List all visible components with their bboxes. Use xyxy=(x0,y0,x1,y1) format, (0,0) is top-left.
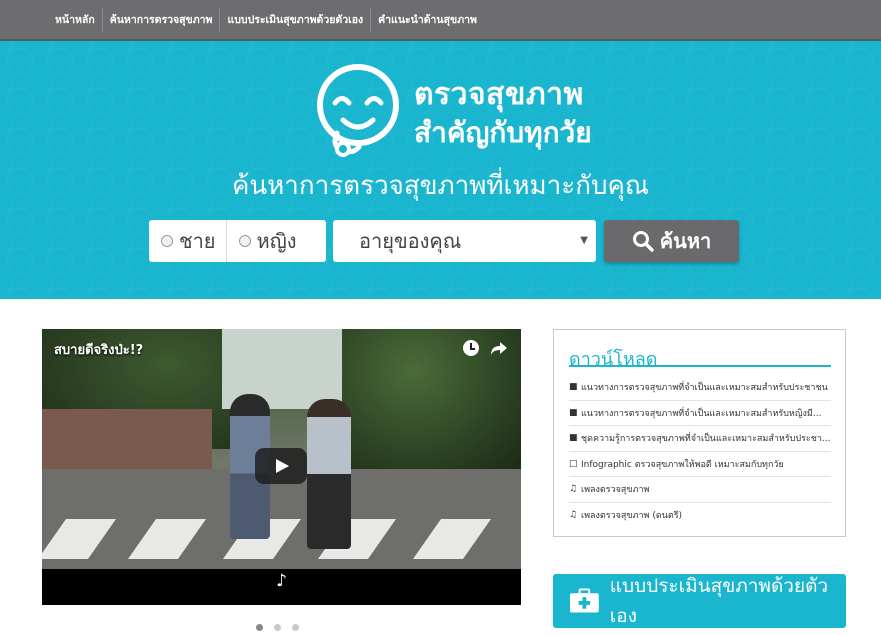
book-icon: ■ xyxy=(569,433,578,444)
play-button[interactable] xyxy=(255,448,307,484)
downloads-divider xyxy=(569,365,831,367)
radio-female[interactable] xyxy=(238,235,251,247)
video-title[interactable]: สบายดีจริงป่ะ!? xyxy=(54,339,143,360)
download-item[interactable]: ♫ เพลงตรวจสุขภาพ xyxy=(569,477,831,503)
share-icon[interactable] xyxy=(490,339,508,357)
chevron-down-icon: ▼ xyxy=(580,235,588,246)
carousel-dot-2[interactable] xyxy=(274,624,281,631)
self-assessment-button[interactable]: แบบประเมินสุขภาพด้วยตัวเอง xyxy=(553,574,846,628)
download-item-label: แนวทางการตรวจสุขภาพที่จำเป็นและเหมาะสมสำ… xyxy=(581,383,828,394)
carousel-dots xyxy=(256,624,310,631)
first-aid-kit-icon xyxy=(569,588,599,613)
watch-later-clock-icon[interactable] xyxy=(463,340,479,356)
age-select[interactable]: อายุของคุณ ▼ xyxy=(333,220,596,262)
book-icon: ■ xyxy=(569,382,578,393)
carousel-dot-1[interactable] xyxy=(256,624,263,631)
search-button-label: ค้นหา xyxy=(659,229,712,253)
music-icon: ♫ xyxy=(569,510,578,521)
download-item-label: เพลงตรวจสุขภาพ (ดนตรี) xyxy=(581,511,683,522)
hero-banner: ตรวจสุขภาพ สำคัญกับทุกวัย ค้นหาการตรวจสุ… xyxy=(0,41,881,299)
file-icon: □ xyxy=(569,458,578,469)
gender-female-label: หญิง xyxy=(256,229,297,253)
nav-search-checkup[interactable]: ค้นหาการตรวจสุขภาพ xyxy=(103,7,221,32)
thumb-person-right xyxy=(307,399,351,549)
downloads-title: ดาวน์โหลด xyxy=(569,349,658,370)
download-item[interactable]: ■ ชุดความรู้การตรวจสุขภาพที่จำเป็นและเหม… xyxy=(569,426,831,452)
nav-home[interactable]: หน้าหลัก xyxy=(48,7,103,32)
download-item[interactable]: ■ แนวทางการตรวจสุขภาพที่จำเป็นและเหมาะสม… xyxy=(569,401,831,426)
download-item-label: เพลงตรวจสุขภาพ xyxy=(581,485,650,496)
nav-health-advice[interactable]: คำแนะนำด้านสุขภาพ xyxy=(371,8,484,32)
video-player[interactable]: สบายดีจริงป่ะ!? ♪ xyxy=(42,329,521,605)
downloads-list: ■ แนวทางการตรวจสุขภาพที่จำเป็นและเหมาะสม… xyxy=(569,375,831,528)
download-item[interactable]: ♫ เพลงตรวจสุขภาพ (ดนตรี) xyxy=(569,503,831,529)
gender-female-option[interactable]: หญิง xyxy=(225,220,307,262)
search-form: ชาย หญิง อายุของคุณ ▼ ค้นหา xyxy=(149,220,739,262)
download-item[interactable]: □ Infographic ตรวจสุขภาพให้พอดี เหมาะสมก… xyxy=(569,452,831,477)
downloads-panel: ดาวน์โหลด ■ แนวทางการตรวจสุขภาพที่จำเป็น… xyxy=(553,329,846,537)
hero-title: ค้นหาการตรวจสุขภาพที่เหมาะกับคุณ xyxy=(231,171,650,201)
search-icon xyxy=(632,231,654,252)
book-icon: ■ xyxy=(569,407,578,418)
download-item-label: Infographic ตรวจสุขภาพให้พอดี เหมาะสมกับ… xyxy=(581,459,784,470)
logo-text-line2: สำคัญกับทุกวัย xyxy=(414,116,592,149)
gender-selector: ชาย หญิง xyxy=(149,220,326,262)
gender-male-option[interactable]: ชาย xyxy=(149,220,226,262)
top-nav: หน้าหลัก ค้นหาการตรวจสุขภาพ แบบประเมินสุ… xyxy=(0,0,881,41)
smiley-stethoscope-logo-icon xyxy=(317,64,399,157)
download-item-label: ชุดความรู้การตรวจสุขภาพที่จำเป็นและเหมาะ… xyxy=(581,434,831,445)
gender-male-label: ชาย xyxy=(179,229,216,253)
music-icon: ♫ xyxy=(569,484,578,495)
music-note-icon: ♪ xyxy=(276,571,287,591)
radio-male[interactable] xyxy=(161,235,173,247)
carousel-dot-3[interactable] xyxy=(292,624,299,631)
search-button[interactable]: ค้นหา xyxy=(604,220,739,262)
download-item-label: แนวทางการตรวจสุขภาพที่จำเป็นและเหมาะสมสำ… xyxy=(581,408,822,419)
age-select-value: อายุของคุณ xyxy=(359,229,462,253)
self-assessment-label: แบบประเมินสุขภาพด้วยตัวเอง xyxy=(609,575,829,627)
nav-self-assessment[interactable]: แบบประเมินสุขภาพด้วยตัวเอง xyxy=(220,7,372,32)
download-item[interactable]: ■ แนวทางการตรวจสุขภาพที่จำเป็นและเหมาะสม… xyxy=(569,375,831,401)
